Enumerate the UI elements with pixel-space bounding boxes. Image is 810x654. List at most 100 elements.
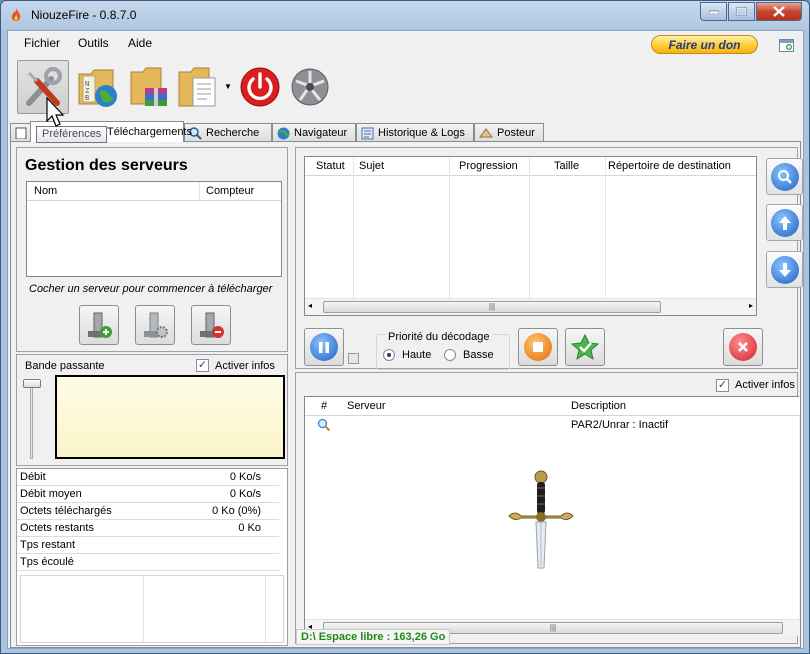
rar-folder-icon bbox=[130, 67, 167, 106]
minimize-button[interactable] bbox=[700, 2, 727, 21]
document-folder-icon bbox=[178, 67, 216, 107]
stats-detail-area bbox=[20, 575, 284, 643]
stop-button[interactable] bbox=[518, 328, 558, 366]
column-statut[interactable]: Statut bbox=[316, 160, 345, 172]
add-window-icon[interactable] bbox=[779, 39, 794, 52]
column-taille[interactable]: Taille bbox=[554, 160, 579, 172]
delete-button[interactable] bbox=[723, 328, 763, 366]
log-list[interactable]: # Serveur Description PAR2/Unrar : Inact… bbox=[304, 396, 800, 636]
log-group: ✓ Activer infos # Serveur Description PA… bbox=[295, 372, 800, 644]
maximize-button[interactable] bbox=[728, 2, 755, 21]
stat-row-tps-ecoule: Tps écoulé bbox=[17, 554, 279, 571]
column-compteur[interactable]: Compteur bbox=[206, 185, 254, 197]
priority-low-label[interactable]: Basse bbox=[463, 349, 494, 361]
move-down-button[interactable] bbox=[766, 251, 803, 288]
favorite-button[interactable] bbox=[565, 328, 605, 366]
application-window: NiouzeFire - 0.8.7.0 Fichier Outils Aide… bbox=[0, 0, 810, 654]
column-num[interactable]: # bbox=[321, 400, 327, 412]
log-list-header: # Serveur Description bbox=[305, 397, 800, 416]
window-title: NiouzeFire - 0.8.7.0 bbox=[31, 8, 137, 22]
bandwidth-slider-thumb[interactable] bbox=[23, 379, 41, 388]
free-space-status: D:\ Espace libre : 163,26 Go bbox=[296, 629, 451, 645]
globe-icon bbox=[277, 127, 290, 139]
menu-outils[interactable]: Outils bbox=[78, 36, 109, 50]
tab-overflow[interactable] bbox=[10, 123, 32, 142]
log-icon bbox=[361, 127, 374, 139]
queue-hscroll-thumb[interactable]: ||| bbox=[323, 301, 661, 313]
menu-fichier[interactable]: Fichier bbox=[24, 36, 60, 50]
priority-high-label[interactable]: Haute bbox=[402, 349, 431, 361]
donate-button[interactable]: Faire un don bbox=[651, 35, 758, 54]
column-serveur[interactable]: Serveur bbox=[347, 400, 386, 412]
dropdown-arrow-icon[interactable]: ▼ bbox=[224, 82, 232, 91]
servers-title: Gestion des serveurs bbox=[25, 157, 188, 174]
servers-list[interactable]: Nom Compteur bbox=[26, 181, 282, 277]
priority-high-radio[interactable] bbox=[383, 349, 395, 361]
pause-button[interactable] bbox=[304, 328, 344, 366]
donate-label: Faire un don bbox=[668, 37, 741, 52]
servers-hint: Cocher un serveur pour commencer à téléc… bbox=[29, 283, 273, 295]
star-check-icon bbox=[570, 333, 600, 361]
sword-logo-icon bbox=[508, 470, 574, 569]
queue-hscrollbar[interactable]: ◂ ||| ▸ bbox=[305, 298, 756, 315]
minimize-icon bbox=[708, 10, 719, 14]
column-sujet[interactable]: Sujet bbox=[359, 160, 384, 172]
tab-navigateur[interactable]: Navigateur bbox=[272, 123, 356, 142]
stat-row-octets-telecharges: Octets téléchargés 0 Ko (0%) bbox=[17, 503, 279, 520]
tab-recherche[interactable]: Recherche bbox=[184, 123, 272, 142]
stat-row-tps-restant: Tps restant bbox=[17, 537, 279, 554]
queue-list[interactable]: Statut Sujet Progression Taille Répertoi… bbox=[304, 156, 757, 316]
pause-options-toggle[interactable] bbox=[348, 353, 359, 364]
tab-strip: Téléchargements Recherche Navigateur His… bbox=[8, 121, 803, 142]
document-icon bbox=[15, 127, 27, 139]
bandwidth-slider-track[interactable] bbox=[30, 383, 33, 459]
delete-server-button[interactable] bbox=[191, 305, 231, 345]
bandwidth-title: Bande passante bbox=[25, 360, 105, 372]
column-progression[interactable]: Progression bbox=[459, 160, 518, 172]
bandwidth-group: Bande passante ✓ Activer infos bbox=[16, 354, 288, 466]
shutter-icon bbox=[291, 68, 329, 106]
log-activate-checkbox[interactable]: ✓ bbox=[716, 379, 729, 392]
log-row-description: PAR2/Unrar : Inactif bbox=[571, 419, 668, 431]
arrow-down-icon bbox=[770, 255, 799, 284]
column-repertoire[interactable]: Répertoire de destination bbox=[608, 160, 731, 172]
stat-row-debit: Débit 0 Ko/s bbox=[17, 469, 279, 486]
priority-low-radio[interactable] bbox=[444, 349, 456, 361]
rar-button[interactable] bbox=[124, 60, 176, 114]
bandwidth-activate-label[interactable]: Activer infos bbox=[215, 360, 275, 372]
log-row[interactable]: PAR2/Unrar : Inactif bbox=[305, 417, 800, 433]
scroll-right-icon[interactable]: ▸ bbox=[749, 301, 753, 310]
queue-list-header: Statut Sujet Progression Taille Répertoi… bbox=[305, 157, 756, 298]
log-activate-label[interactable]: Activer infos bbox=[735, 379, 795, 391]
column-description[interactable]: Description bbox=[571, 400, 626, 412]
tab-posteur[interactable]: Posteur bbox=[474, 123, 544, 142]
add-server-button[interactable] bbox=[79, 305, 119, 345]
bandwidth-activate-checkbox[interactable]: ✓ bbox=[196, 359, 209, 372]
magnifier-icon bbox=[317, 418, 331, 432]
power-button[interactable] bbox=[234, 60, 286, 114]
shutter-button[interactable] bbox=[284, 60, 336, 114]
flame-app-icon bbox=[11, 8, 21, 21]
column-nom[interactable]: Nom bbox=[34, 185, 57, 197]
delete-icon bbox=[729, 333, 757, 361]
decoding-priority-group: Priorité du décodage Haute Basse bbox=[376, 331, 510, 370]
upload-icon bbox=[479, 127, 493, 137]
downloads-panel: Gestion des serveurs Nom Compteur Cocher… bbox=[10, 141, 803, 648]
title-bar[interactable]: NiouzeFire - 0.8.7.0 bbox=[1, 1, 809, 29]
tab-label: Navigateur bbox=[294, 127, 348, 139]
client-area: Fichier Outils Aide Faire un don N Z B ▼… bbox=[7, 30, 804, 649]
move-up-button[interactable] bbox=[766, 204, 803, 241]
nzb-button[interactable]: N Z B bbox=[72, 60, 124, 114]
tab-historique[interactable]: Historique & Logs bbox=[356, 123, 474, 142]
edit-server-button[interactable] bbox=[135, 305, 175, 345]
pause-icon bbox=[310, 333, 338, 361]
bandwidth-graph bbox=[55, 375, 285, 459]
close-button[interactable] bbox=[756, 2, 802, 21]
tab-label: Posteur bbox=[497, 127, 535, 139]
search-queue-button[interactable] bbox=[766, 158, 803, 195]
stop-icon bbox=[524, 333, 552, 361]
menu-aide[interactable]: Aide bbox=[128, 36, 152, 50]
scroll-left-icon[interactable]: ◂ bbox=[308, 301, 312, 310]
documents-button[interactable]: ▼ bbox=[174, 60, 232, 114]
decoding-priority-title: Priorité du décodage bbox=[386, 331, 492, 343]
